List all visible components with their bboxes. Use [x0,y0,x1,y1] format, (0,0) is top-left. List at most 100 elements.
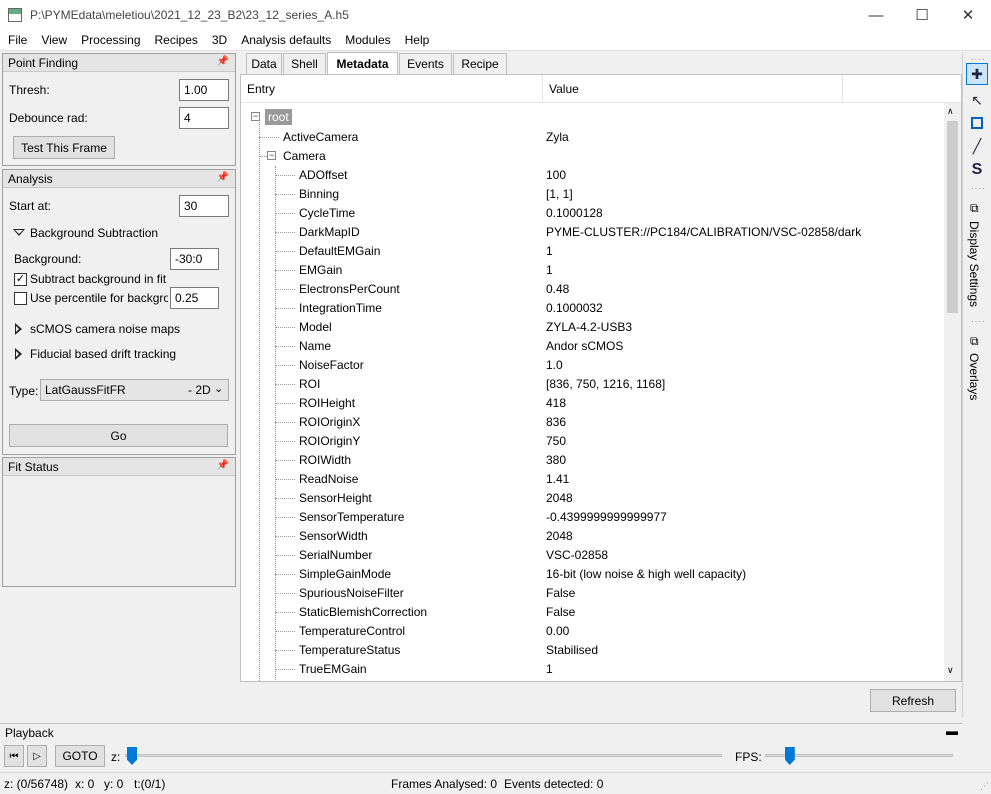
status-bar: z: (0/56748) x: 0 y: 0 t:(0/1) Frames An… [0,772,991,794]
tree-row[interactable]: ROIOriginX 836 [241,413,941,432]
use-percentile-checkbox[interactable] [14,292,27,305]
tree-row-key: DarkMapID [299,225,360,239]
tree-row[interactable]: SensorTemperature -0.4399999999999977 [241,508,941,527]
maximize-button[interactable]: ☐ [899,0,945,30]
tree-row[interactable]: ROIOriginY 750 [241,432,941,451]
tree-row[interactable]: SerialNumber VSC-02858 [241,546,941,565]
tree-row[interactable]: IntegrationTime 0.1000032 [241,299,941,318]
point-finding-header[interactable]: Point Finding 📌 [3,54,235,72]
display-settings-tab[interactable]: Display Settings [967,221,981,307]
type-select[interactable]: LatGaussFitFR - 2D ⌄ [40,379,229,401]
tree-root[interactable]: root [265,109,292,125]
column-header-value[interactable]: Value [543,75,843,103]
tree-row[interactable]: ROIHeight 418 [241,394,941,413]
collapse-root-icon[interactable]: − [251,112,260,121]
menu-help[interactable]: Help [399,33,436,47]
start-at-input[interactable]: 30 [179,195,229,217]
resize-grip-icon[interactable]: ⋰ [980,781,989,792]
collapse-triangle-icon[interactable] [13,229,25,236]
overlays-tab[interactable]: Overlays [967,353,981,400]
test-this-frame-button[interactable]: Test This Frame [13,136,115,159]
pin-icon[interactable]: 📌 [217,172,229,183]
tree-row[interactable]: CycleTime 0.1000128 [241,204,941,223]
tree-row[interactable]: SpuriousNoiseFilter False [241,584,941,603]
menu-recipes[interactable]: Recipes [149,33,204,47]
tree-row[interactable]: SensorWidth 2048 [241,527,941,546]
menu-modules[interactable]: Modules [339,33,396,47]
debounce-input[interactable]: 4 [179,107,229,129]
go-button[interactable]: Go [9,424,228,447]
tree-row[interactable]: EMGain 1 [241,261,941,280]
minimize-button[interactable]: — [853,0,899,30]
z-slider-track[interactable] [125,754,722,757]
menu-analysis-defaults[interactable]: Analysis defaults [235,33,337,47]
menu-3d[interactable]: 3D [206,33,233,47]
menu-view[interactable]: View [35,33,73,47]
z-slider-thumb[interactable] [127,747,137,765]
collapse-icon[interactable]: ▬ [946,724,958,738]
play-button[interactable]: ▷ [27,745,47,767]
expand-triangle-icon[interactable] [15,348,22,360]
subtract-background-label: Subtract background in fit [30,272,167,286]
background-input[interactable]: -30:0 [170,248,219,270]
tab-metadata[interactable]: Metadata [327,52,398,75]
tree-row[interactable]: StaticBlemishCorrection False [241,603,941,622]
fps-slider-thumb[interactable] [784,747,795,765]
tree-row[interactable]: DarkMapID PYME-CLUSTER://PC184/CALIBRATIO… [241,223,941,242]
goto-button[interactable]: GOTO [55,745,105,767]
tree-row[interactable]: DefaultEMGain 1 [241,242,941,261]
expand-triangle-icon[interactable] [15,323,22,335]
metadata-tree[interactable]: Entry Value − root ActiveCamera Zyla − Came… [240,74,962,682]
vertical-scrollbar[interactable]: ∧ ∨ [944,103,961,681]
analysis-header[interactable]: Analysis 📌 [3,170,235,188]
tree-row[interactable]: NoiseFactor 1.0 [241,356,941,375]
tree-row[interactable]: TemperatureStatus Stabilised [241,641,941,660]
pointer-tool-icon[interactable]: ↖ [966,89,988,111]
pin-icon[interactable]: 📌 [217,460,229,471]
thresh-input[interactable]: 1.00 [179,79,229,101]
tree-row-value: 1 [546,244,553,258]
collapse-node-icon[interactable]: − [267,151,276,160]
tree-row[interactable]: ROI [836, 750, 1216, 1168] [241,375,941,394]
scrollbar-thumb[interactable] [947,121,958,313]
tree-row-value: 1 [546,662,553,676]
tree-row-key: SensorTemperature [299,510,405,524]
type-select-suffix: - 2D [188,383,211,397]
tree-row[interactable]: TemperatureControl 0.00 [241,622,941,641]
scroll-up-icon[interactable]: ∧ [947,106,954,117]
fiducial-drift-tracking-toggle[interactable]: Fiducial based drift tracking [30,347,176,361]
pin-icon[interactable]: 📌 [217,56,229,67]
tree-row[interactable]: TrueEMGain 1 [241,660,941,679]
close-button[interactable]: ✕ [945,0,991,30]
subtract-background-checkbox[interactable]: ✓ [14,273,27,286]
tree-row[interactable]: ActiveCamera Zyla [241,128,941,147]
tree-row[interactable]: ADOffset 100 [241,166,941,185]
tree-row[interactable]: SensorHeight 2048 [241,489,941,508]
percentile-input[interactable]: 0.25 [170,287,219,309]
tree-row[interactable]: − Camera [241,147,941,166]
fit-status-header[interactable]: Fit Status 📌 [3,458,235,476]
menu-file[interactable]: File [2,33,33,47]
menu-processing[interactable]: Processing [75,33,146,47]
tree-row[interactable]: ElectronsPerCount 0.48 [241,280,941,299]
scroll-down-icon[interactable]: ∨ [947,665,954,676]
first-frame-button[interactable]: ⏮ [4,745,24,767]
tab-recipe[interactable]: Recipe [453,53,507,74]
tab-events[interactable]: Events [399,53,452,74]
scmos-noise-maps-toggle[interactable]: sCMOS camera noise maps [30,322,180,336]
freehand-tool-icon[interactable]: S [966,159,988,181]
tree-row[interactable]: ReadNoise 1.41 [241,470,941,489]
column-header-entry[interactable]: Entry [241,75,543,103]
tree-row[interactable]: Binning [1, 1] [241,185,941,204]
tree-row[interactable]: ROIWidth 380 [241,451,941,470]
tree-row[interactable]: Model ZYLA-4.2-USB3 [241,318,941,337]
crosshair-tool-icon[interactable]: ✚ [966,63,988,85]
refresh-button[interactable]: Refresh [870,689,956,712]
tree-row[interactable]: Name Andor sCMOS [241,337,941,356]
tab-shell[interactable]: Shell [283,53,326,74]
background-subtraction-toggle[interactable]: Background Subtraction [30,226,158,240]
rectangle-tool-icon[interactable] [966,112,988,134]
tree-row[interactable]: SimpleGainMode 16-bit (low noise & high w… [241,565,941,584]
tab-data[interactable]: Data [246,53,282,74]
line-tool-icon[interactable]: ╱ [966,135,988,157]
